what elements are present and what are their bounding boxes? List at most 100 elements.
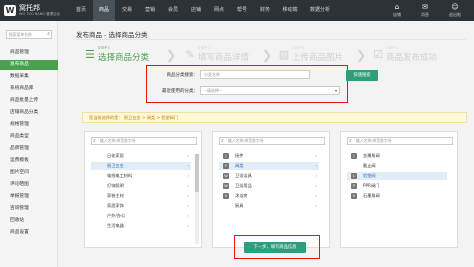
category-item[interactable]: F 阀类 › [219, 162, 319, 170]
image-icon: ▨ [278, 48, 290, 61]
column-search-placeholder: 输入名称/拼音首字母 [356, 138, 392, 143]
scrollbar[interactable] [195, 154, 199, 244]
quick-search-button[interactable]: 快速搜索 [346, 70, 378, 81]
sidebar-item-consult[interactable]: 咨询管理 [0, 204, 58, 214]
category-item[interactable]: W 卫浴用品 › [219, 182, 319, 190]
category-item[interactable]: 家装主材 › [91, 192, 191, 200]
sidebar-item-spec[interactable]: 规格管理 [0, 120, 58, 130]
step-number: STEP 3 [292, 46, 305, 50]
category-label: PPR阀门 [363, 183, 380, 188]
letter-badge: W [223, 183, 229, 189]
scrollbar-thumb[interactable] [195, 154, 199, 192]
sidebar-item-store-category[interactable]: 店铺商品分类 [0, 108, 58, 118]
logo-mark: W [4, 5, 16, 16]
category-item[interactable]: 厨卫五金 › [91, 162, 191, 170]
step-number: STEP 2 [198, 46, 211, 50]
category-item[interactable]: 厨具 › [219, 202, 319, 210]
column-search-input[interactable]: ⌕ 输入名称/拼音首字母 [219, 137, 325, 145]
chevron-right-icon: › [315, 183, 317, 188]
sidebar-item-goods-manage[interactable]: 商品管理 [0, 48, 58, 58]
chevron-right-icon: › [315, 163, 317, 168]
sidebar-item-reviews[interactable]: 评论晒图 [0, 180, 58, 190]
sidebar-item-publish[interactable]: 发布商品 [0, 60, 58, 70]
chevron-right-icon: › [187, 213, 189, 218]
letter-badge: W [223, 173, 229, 179]
list-icon: ☰ [85, 48, 95, 61]
category-label: 户外/办公 [107, 213, 126, 218]
search-icon: ⌕ [47, 31, 50, 37]
category-label: 生活电器 [107, 223, 124, 228]
category-label: 石墨角阀 [363, 193, 380, 198]
sidebar-item-recycle[interactable]: 回收站 [0, 216, 58, 226]
step-label: 填写商品详情 [198, 53, 250, 63]
category-item[interactable]: 灯饰照明 › [91, 182, 191, 190]
logo[interactable]: W 窝托邦 WO TUO BANG 管理后台 [4, 2, 60, 19]
category-label: 截止阀 [363, 163, 376, 168]
sidebar-item-batch-upload[interactable]: 商品批量上传 [0, 96, 58, 106]
main-content: 发布商品 - 选择商品分类 ☰ STEP 1 选择商品分类 ❯ ✎ STEP 2… [66, 21, 474, 267]
sidebar-item-images[interactable]: 图片空间 [0, 168, 58, 178]
next-step-button[interactable]: 下一步，填写商品信息 [244, 242, 306, 253]
category-item[interactable]: J 金属角阀 [347, 152, 447, 160]
sidebar-item-reports[interactable]: 举报管理 [0, 192, 58, 202]
user-button[interactable]: ☺ 退出啦 [442, 3, 468, 20]
sidebar-item-freight[interactable]: 运费模板 [0, 156, 58, 166]
category-item[interactable]: 家居家饰 › [91, 202, 191, 210]
category-item[interactable]: 户外/办公 › [91, 212, 191, 220]
sidebar-item-brand[interactable]: 品牌管理 [0, 144, 58, 154]
nav-item-outlet[interactable]: 网点 [208, 0, 230, 21]
step-label: 上传商品图片 [292, 53, 344, 63]
column-search-input[interactable]: ⌕ 输入名称/拼音首字母 [91, 137, 197, 145]
user-icon: ☺ [451, 3, 459, 11]
category-item[interactable]: W 卫浴洁具 › [219, 172, 319, 180]
store-button[interactable]: ⌂ 店铺 [384, 3, 410, 20]
category-item[interactable]: L 铝塑阀 [347, 172, 447, 180]
search-label: 商品分类搜索： [166, 73, 199, 78]
category-item[interactable]: X 沐浴房 › [219, 192, 319, 200]
category-item[interactable]: J 接件 › [219, 152, 319, 160]
category-item[interactable]: 生活电器 › [91, 222, 191, 230]
chevron-right-icon: › [315, 153, 317, 158]
category-label: 灯饰照明 [107, 183, 124, 188]
nav-item-store[interactable]: 店铺 [185, 0, 207, 21]
category-item[interactable]: P PPR阀门 [347, 182, 447, 190]
category-search-input[interactable]: 分类名称 [200, 70, 310, 79]
letter-badge: L [351, 173, 357, 179]
step-label: 商品发布成功 [386, 53, 438, 63]
step-label: 选择商品分类 [98, 53, 150, 63]
nav-item-trade[interactable]: 交易 [116, 0, 138, 21]
category-label: 家居家饰 [107, 203, 124, 208]
chevron-right-icon: › [187, 223, 189, 228]
category-label: 日化家居 [107, 153, 124, 158]
category-item[interactable]: 截止阀 [347, 162, 447, 170]
search-icon: ⌕ [93, 138, 96, 144]
nav-item-analytics[interactable]: 数据分析 [304, 0, 336, 21]
category-label: 阀类 [235, 163, 244, 168]
letter-badge: F [223, 163, 229, 169]
chevron-right-icon: › [187, 183, 189, 188]
category-item[interactable]: 电线电工材料 › [91, 172, 191, 180]
nav-item-account[interactable]: 帮号 [231, 0, 253, 21]
sidebar-item-settings[interactable]: 商品设置 [0, 228, 58, 238]
user-label: 退出啦 [449, 12, 461, 17]
sidebar-item-system-lib[interactable]: 系统商品库 [0, 84, 58, 94]
category-item[interactable]: S 石墨角阀 [347, 192, 447, 200]
nav-item-mobile[interactable]: 移动端 [277, 0, 303, 21]
column-search-input[interactable]: ⌕ 输入名称/拼音首字母 [347, 137, 453, 145]
sidebar-item-type[interactable]: 商品类型 [0, 132, 58, 142]
sidebar-search-input[interactable]: 搜索菜单名称 ⌕ [6, 30, 52, 39]
letter-badge: J [351, 153, 357, 159]
nav-item-goods[interactable]: 商品 [93, 0, 115, 21]
nav-item-marketing[interactable]: 营销 [139, 0, 161, 21]
message-button[interactable]: ✉ 消息 [412, 3, 438, 20]
chevron-right-icon: › [315, 203, 317, 208]
nav-item-home[interactable]: 首页 [70, 0, 92, 21]
store-label: 店铺 [393, 12, 401, 17]
nav-item-finance[interactable]: 财务 [254, 0, 276, 21]
nav-item-member[interactable]: 会员 [162, 0, 184, 21]
sidebar-item-collect[interactable]: 数据采集 [0, 72, 58, 82]
edit-icon: ✎ [185, 48, 195, 61]
category-label: 电线电工材料 [107, 173, 133, 178]
category-item[interactable]: 日化家居 › [91, 152, 191, 160]
recent-category-select[interactable]: --请选择-- ▾ [200, 86, 340, 95]
